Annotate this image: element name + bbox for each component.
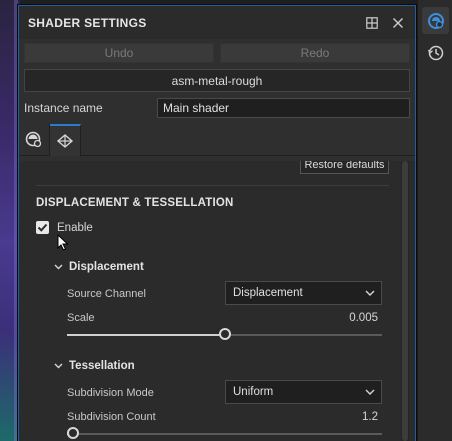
- chevron-down-icon: [54, 264, 63, 270]
- close-icon: [393, 17, 403, 28]
- section-divider: [36, 185, 389, 186]
- chevron-down-icon: [365, 290, 375, 296]
- undo-button[interactable]: Undo: [24, 43, 214, 63]
- subdivision-mode-label: Subdivision Mode: [67, 387, 154, 399]
- dock-icon: [366, 16, 378, 29]
- sphere-settings-icon: [25, 131, 42, 148]
- scale-slider-fill: [67, 334, 225, 336]
- source-channel-value: Displacement: [233, 287, 303, 299]
- history-icon: [427, 45, 443, 60]
- scale-slider-thumb[interactable]: [218, 328, 231, 340]
- displacement-group-title: Displacement: [69, 261, 144, 273]
- dock-button[interactable]: [365, 16, 379, 30]
- instance-name-input[interactable]: Main shader: [157, 98, 410, 118]
- viewport-strip[interactable]: [0, 0, 20, 441]
- app-stage: SHADER SETTINGS Undo Redo asm-metal-roug…: [0, 0, 452, 441]
- subdivision-count-slider[interactable]: [67, 427, 382, 439]
- subdivision-count-value: 1.2: [362, 411, 378, 423]
- panel-titlebar[interactable]: SHADER SETTINGS: [19, 6, 415, 39]
- panel-title: SHADER SETTINGS: [28, 15, 147, 30]
- scale-label: Scale: [67, 312, 95, 324]
- chevron-down-icon: [54, 363, 63, 369]
- enable-label: Enable: [57, 221, 93, 234]
- shader-settings-toolbar-button[interactable]: [422, 7, 449, 34]
- right-tool-bar: [417, 0, 452, 441]
- panel-tabs: [19, 124, 415, 156]
- subdivision-count-slider-thumb[interactable]: [67, 427, 80, 439]
- history-toolbar-button[interactable]: [422, 39, 449, 66]
- source-channel-label: Source Channel: [67, 288, 146, 300]
- shader-settings-panel: SHADER SETTINGS Undo Redo asm-metal-roug…: [18, 5, 416, 441]
- shader-preset-button[interactable]: asm-metal-rough: [24, 69, 410, 92]
- scrollbar-thumb[interactable]: [402, 161, 408, 441]
- subdivision-count-label: Subdivision Count: [67, 411, 156, 423]
- scale-slider[interactable]: [67, 328, 382, 340]
- instance-name-label: Instance name: [24, 101, 103, 115]
- scale-value: 0.005: [349, 312, 378, 324]
- chevron-down-icon: [365, 389, 375, 395]
- checkmark-icon: [37, 223, 48, 232]
- displacement-tab-icon: [56, 134, 74, 148]
- section-title: DISPLACEMENT & TESSELLATION: [36, 197, 234, 209]
- restore-defaults-button[interactable]: Restore defaults: [300, 161, 389, 174]
- tessellation-group-title: Tessellation: [69, 360, 135, 372]
- subdivision-mode-dropdown[interactable]: Uniform: [225, 380, 382, 404]
- tab-shader-parameters[interactable]: [19, 124, 50, 156]
- tessellation-group-header[interactable]: Tessellation: [54, 360, 135, 372]
- shader-settings-icon: [427, 12, 444, 29]
- vertical-scrollbar[interactable]: [401, 161, 409, 441]
- close-button[interactable]: [391, 16, 405, 30]
- displacement-group-header[interactable]: Displacement: [54, 261, 144, 273]
- enable-checkbox[interactable]: [36, 221, 49, 234]
- parameters-scroll-area[interactable]: Restore defaults DISPLACEMENT & TESSELLA…: [19, 161, 415, 441]
- source-channel-dropdown[interactable]: Displacement: [225, 281, 382, 305]
- tab-displacement[interactable]: [50, 124, 81, 156]
- subdivision-mode-value: Uniform: [233, 386, 274, 398]
- redo-button[interactable]: Redo: [220, 43, 410, 63]
- mouse-cursor-icon: [57, 234, 69, 251]
